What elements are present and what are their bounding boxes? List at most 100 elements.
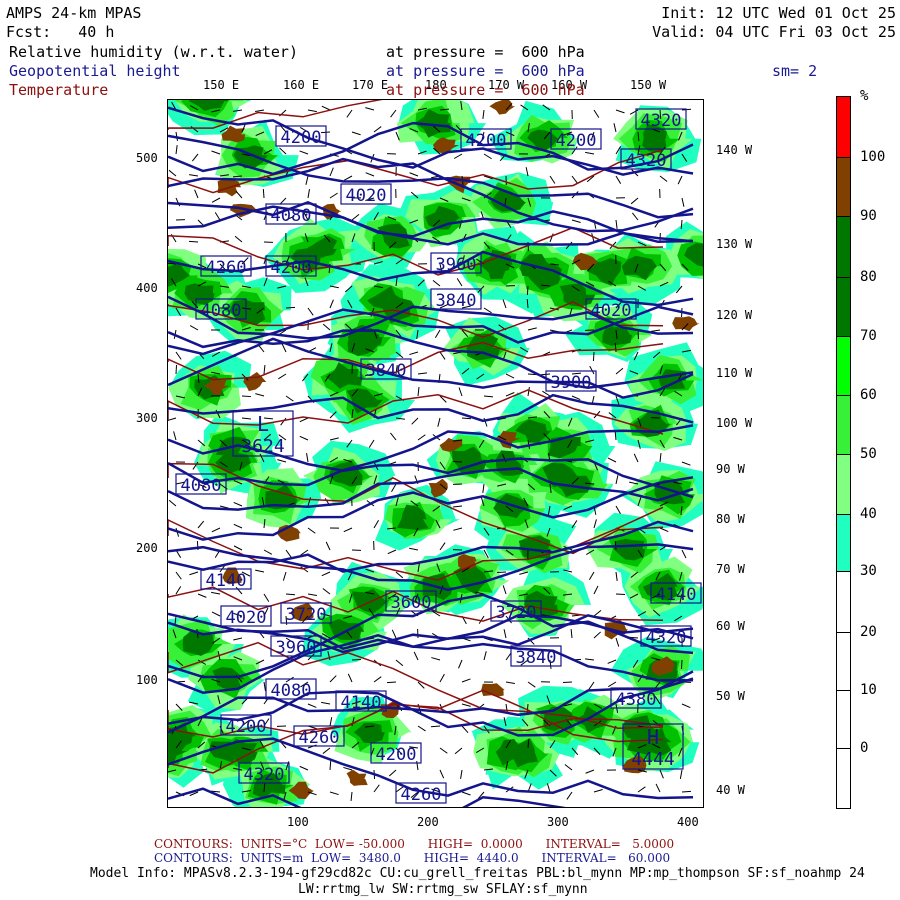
contour-label: 4320 [626,151,667,171]
wind-barb [329,675,337,683]
wind-barb [233,637,243,641]
colorbar-label: 40 [860,506,877,522]
wind-barb [167,417,177,422]
wind-barb [615,475,619,485]
wind-barb [214,212,221,221]
field-height-name: Geopotential height [9,62,181,80]
wind-barb [409,547,419,551]
colorbar-swatch [836,748,851,809]
wind-barb [307,189,310,199]
contour-label: 4080 [271,206,312,226]
wind-barb [365,107,375,111]
wind-barb [564,764,573,771]
contour-label: 4380 [616,690,657,710]
y-tick-label: 500 [136,151,158,165]
high-center-symbol: H [647,725,659,749]
right-lon-label: 120 W [716,308,753,322]
wind-barb [329,791,339,796]
wind-barb [235,190,243,199]
wind-barb [321,105,331,111]
wind-barb [502,585,507,595]
right-lon-label: 140 W [716,143,753,157]
wind-barb [461,417,472,420]
wind-barb [373,676,382,683]
contour-label: 4140 [206,571,247,591]
wind-barb [439,747,448,754]
wind-barb [482,483,485,493]
wind-barb [299,417,309,423]
wind-barb [505,373,515,379]
wind-barb [681,790,692,793]
wind-barb [285,306,296,309]
wind-barb [454,747,463,755]
wind-barb [321,701,331,705]
x-tick-label: 200 [417,815,439,829]
wind-barb [432,279,441,287]
wind-barb [681,197,685,207]
map-plot: 4200 4200 4200 4320 4320 4020 4080 4260 4200 4080… [118,71,752,843]
wind-barb [496,571,507,574]
colorbar-swatch [836,395,851,455]
wind-barb [439,673,445,683]
colorbar-label: 10 [860,682,877,698]
wind-barb [593,109,600,118]
wind-barb [659,452,662,463]
colorbar-swatch [836,157,851,217]
contour-label: 4200 [271,258,312,278]
wind-barb [386,681,397,684]
wind-barb [677,175,683,185]
wind-barb [241,395,252,398]
contour-label: 4200 [466,131,507,151]
wind-barb [391,629,397,639]
contour-label: 4140 [341,693,382,713]
x-tick-label: 300 [547,815,569,829]
wind-barb [651,329,661,332]
wind-barb [307,593,317,597]
wind-barb [307,307,314,316]
wind-barb [615,367,624,375]
wind-barb [659,527,669,533]
wind-barb [608,681,617,688]
wind-barb [417,372,427,375]
init-time: Init: 12 UTC Wed 01 Oct 25 [661,4,896,22]
wind-barb [630,197,639,205]
contour-label: 4320 [641,111,682,131]
field-rh-name: Relative humidity (w.r.t. water) [9,43,298,61]
wind-barb [373,126,382,133]
contour-label: 4200 [556,131,597,151]
wind-barb [305,175,309,185]
wind-barb [519,571,529,575]
top-lon-label: 150 W [630,78,667,92]
colorbar-label: 0 [860,740,869,756]
wind-barb [365,172,375,177]
wind-barb [659,175,668,182]
top-lon-label: 160 E [283,78,320,92]
wind-barb [351,213,360,221]
wind-barb [194,189,199,199]
wind-barb [329,760,332,771]
wind-barb [460,769,463,779]
wind-barb [387,549,397,555]
field-temp-level: at pressure = 600 hPa [386,81,585,99]
wind-barb [483,153,492,160]
wind-barb [542,390,551,397]
wind-barb [175,145,178,155]
wind-barb [390,109,397,118]
wind-barb [566,791,573,800]
wind-barb [329,192,338,199]
wind-barb [391,483,397,493]
wind-barb [211,611,221,617]
right-lon-label: 100 W [716,416,753,430]
colorbar-swatch [836,454,851,515]
wind-barb [321,571,331,577]
field-height-level: at pressure = 600 hPa [386,62,585,80]
wind-barb [233,545,243,551]
x-tick-label: 100 [287,815,309,829]
wind-barb [280,417,287,426]
wind-barb [585,769,595,774]
wind-barb [351,131,361,136]
wind-barb [458,659,463,669]
wind-barb [549,175,556,184]
wind-barb [173,431,177,441]
wind-barb [307,109,317,113]
